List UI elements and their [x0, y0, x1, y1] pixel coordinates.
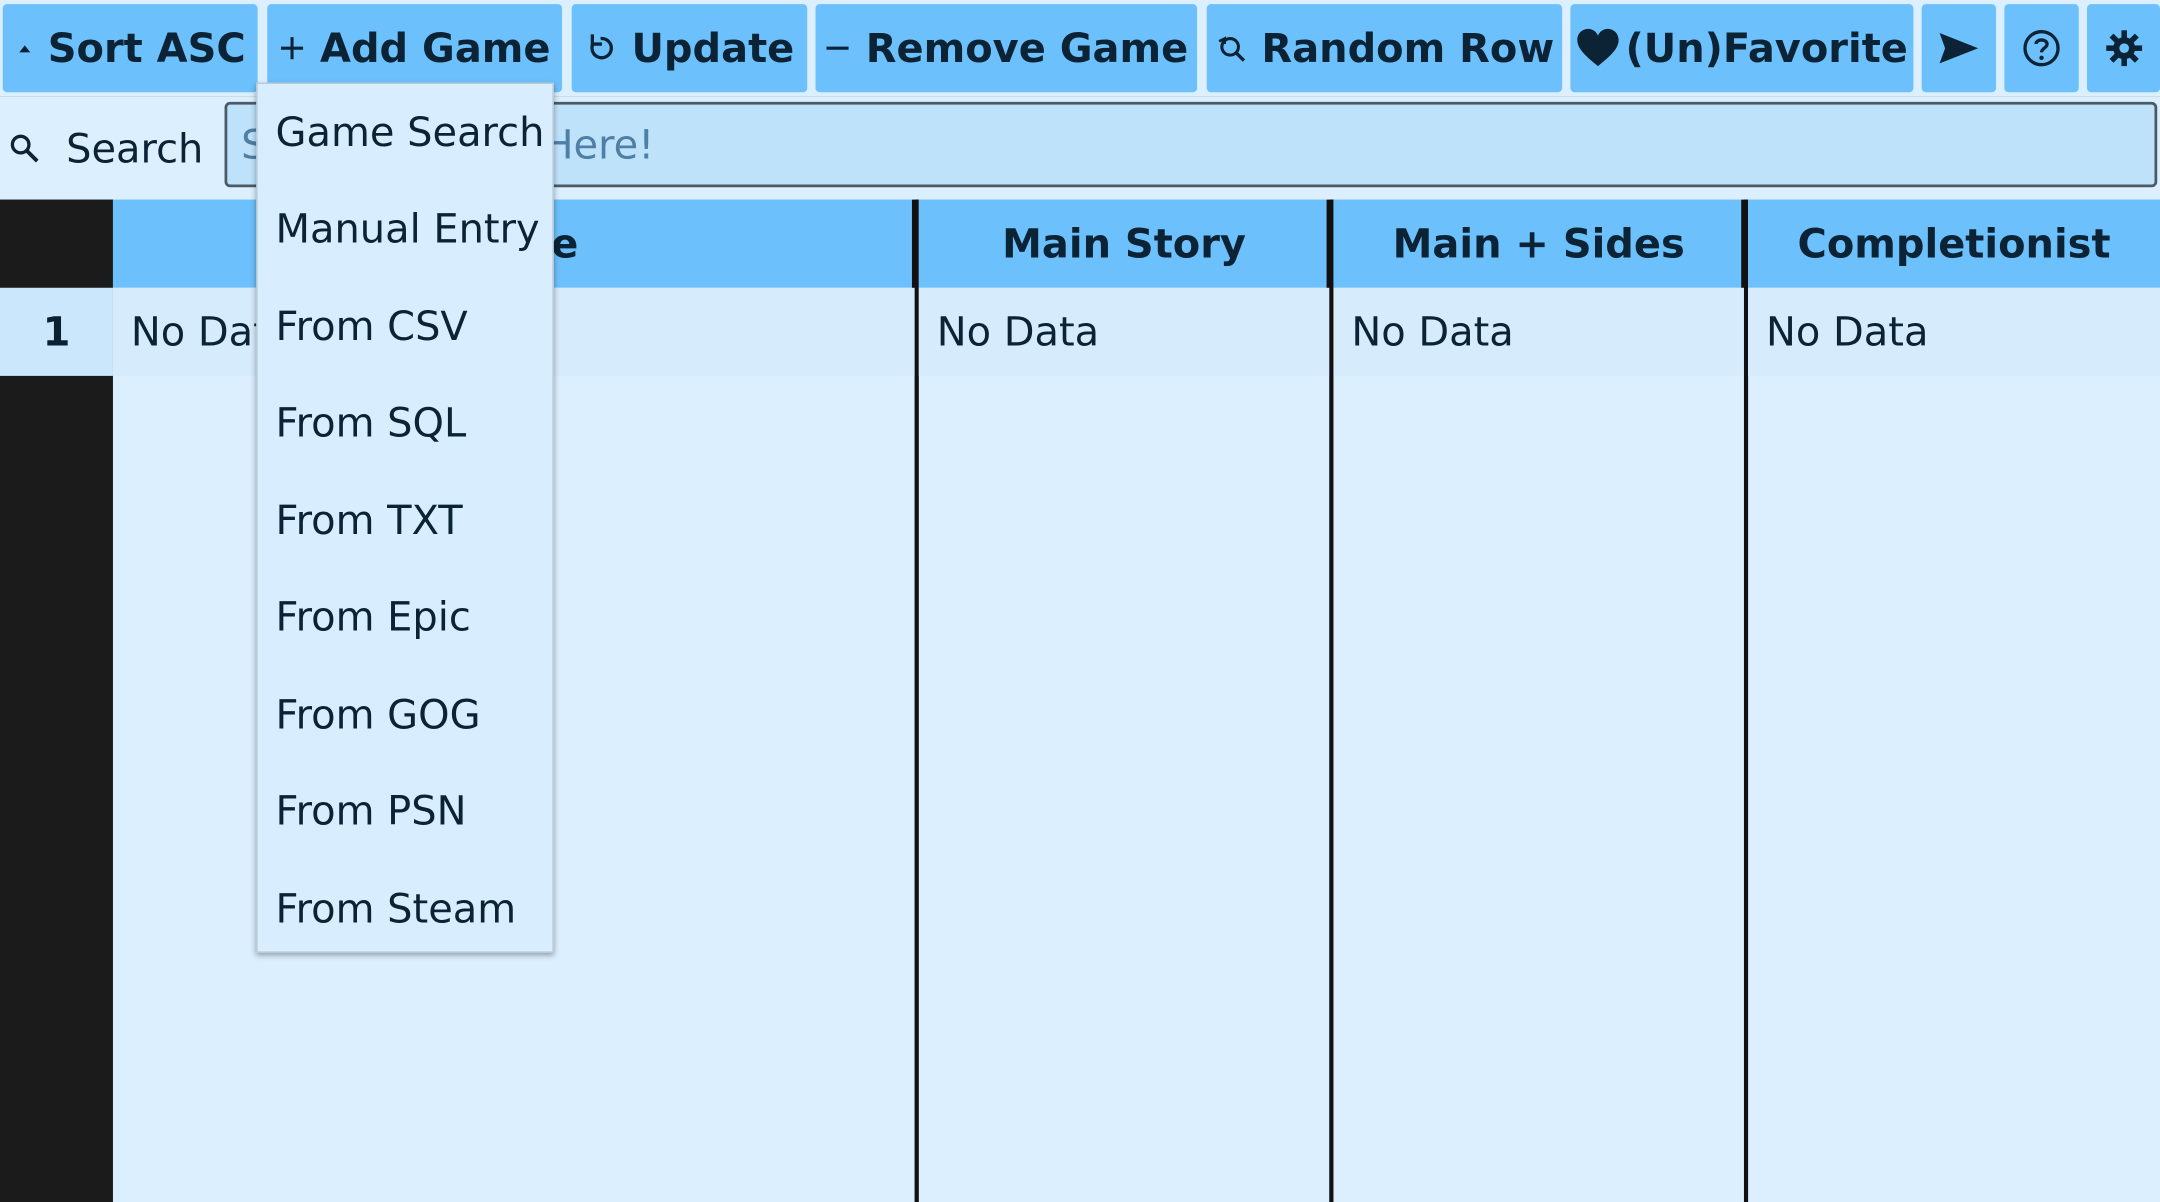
random-search-icon [1215, 32, 1248, 65]
row-number-gutter: 1 [0, 199, 113, 1202]
search-label: Search [0, 121, 203, 176]
menu-item-from-psn[interactable]: From PSN [276, 770, 467, 853]
search-label-text: Search [66, 125, 204, 173]
row-number[interactable]: 1 [0, 287, 113, 376]
update-button[interactable]: Update [571, 4, 808, 93]
help-icon [2022, 29, 2061, 68]
column-header-completionist[interactable]: Completionist [1748, 199, 2160, 288]
menu-item-from-epic[interactable]: From Epic [276, 576, 471, 659]
favorite-button-label: (Un)Favorite [1625, 24, 1908, 72]
menu-item-game-search[interactable]: Game Search [276, 91, 545, 174]
app-stage: Sort ASC Add Game Update Remove Game Ran [0, 0, 2160, 1202]
table-cell[interactable]: No Data [1333, 287, 1744, 376]
add-game-button-label: Add Game [320, 24, 551, 72]
minus-icon [824, 34, 852, 62]
column-completionist: Completionist No Data [1748, 199, 2160, 1202]
column-main-story: Main Story No Data [918, 199, 1330, 1202]
menu-item-from-txt[interactable]: From TXT [276, 479, 463, 562]
remove-game-button[interactable]: Remove Game [815, 4, 1198, 93]
gear-icon [2104, 29, 2143, 68]
add-game-menu: Game Search Manual Entry From CSV From S… [256, 82, 554, 953]
menu-item-from-sql[interactable]: From SQL [276, 381, 467, 464]
column-main-sides: Main + Sides No Data [1333, 199, 1744, 1202]
refresh-icon [585, 32, 618, 65]
remove-game-button-label: Remove Game [865, 24, 1189, 72]
random-row-button[interactable]: Random Row [1206, 4, 1563, 93]
caret-up-icon [15, 41, 34, 55]
column-header-main-sides[interactable]: Main + Sides [1333, 199, 1744, 288]
favorite-button[interactable]: (Un)Favorite [1570, 4, 1914, 93]
settings-button[interactable] [2086, 4, 2160, 93]
sort-button[interactable]: Sort ASC [2, 4, 258, 93]
help-button[interactable] [2004, 4, 2079, 93]
menu-item-from-csv[interactable]: From CSV [276, 285, 468, 368]
plus-icon [279, 34, 307, 62]
column-header-main-story[interactable]: Main Story [918, 199, 1330, 288]
app-window: Sort ASC Add Game Update Remove Game Ran [0, 0, 2160, 1202]
add-game-button[interactable]: Add Game [267, 4, 563, 93]
table-cell[interactable]: No Data [1748, 287, 2160, 376]
menu-item-from-steam[interactable]: From Steam [276, 867, 517, 950]
menu-item-from-gog[interactable]: From GOG [276, 673, 481, 756]
heart-icon [1576, 28, 1620, 69]
update-button-label: Update [631, 24, 795, 72]
send-button[interactable] [1921, 4, 1997, 93]
table-cell[interactable]: No Data [918, 287, 1330, 376]
random-row-button-label: Random Row [1261, 24, 1555, 72]
search-icon [8, 132, 41, 165]
sort-button-label: Sort ASC [47, 24, 246, 72]
menu-item-manual-entry[interactable]: Manual Entry [276, 187, 540, 270]
send-icon [1938, 32, 1979, 65]
